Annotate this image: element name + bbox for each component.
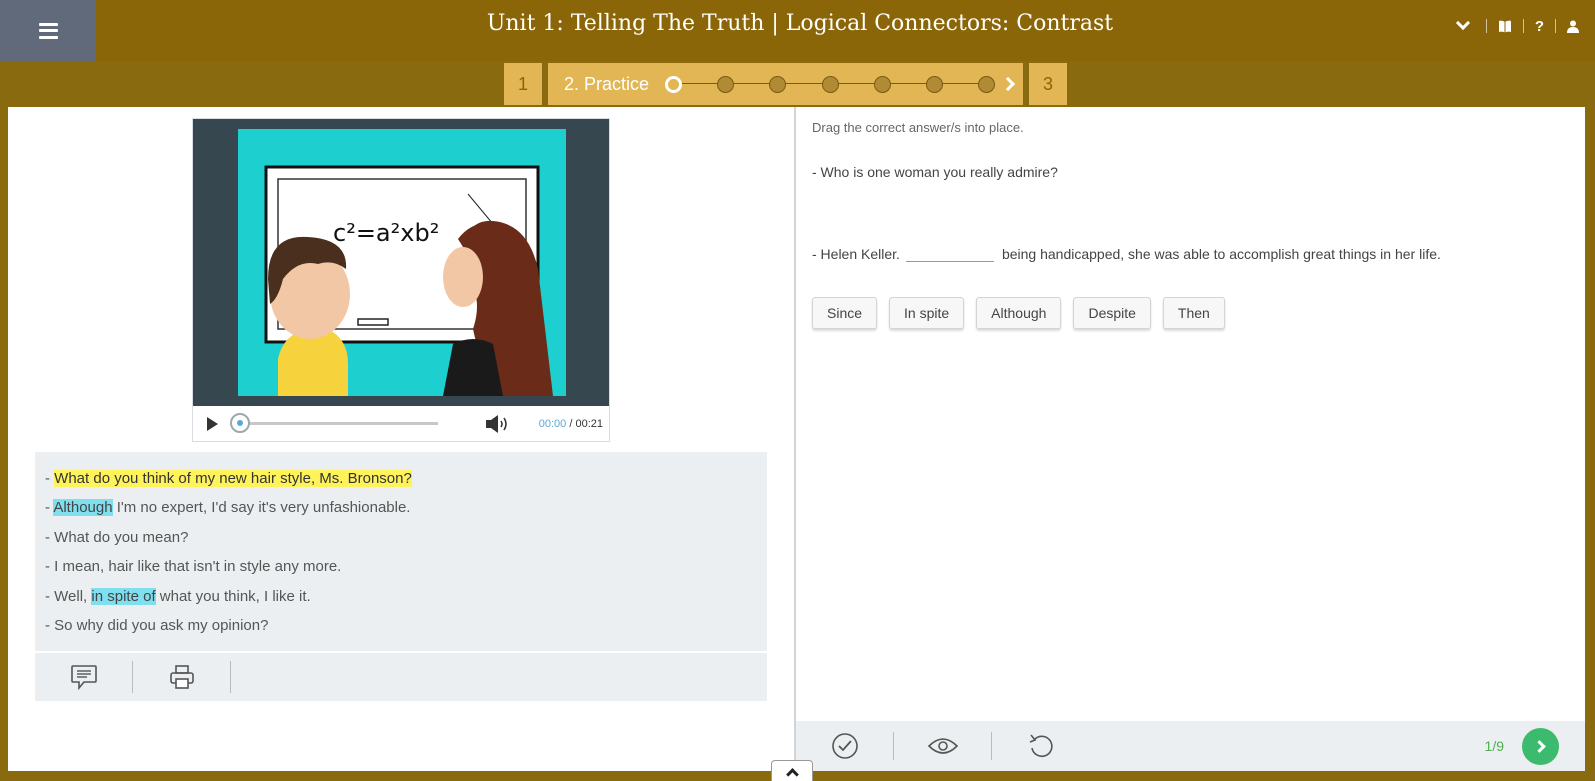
highlight-cyan: in spite of bbox=[91, 587, 156, 605]
answer-sentence: - Helen Keller. being handicapped, she w… bbox=[812, 238, 1441, 262]
progress-nav: 1 2. Practice 3 bbox=[504, 63, 1068, 105]
undo-icon bbox=[1029, 734, 1053, 758]
comment-icon bbox=[70, 665, 97, 690]
eye-icon bbox=[927, 738, 958, 754]
instructions: Drag the correct answer/s into place. bbox=[812, 120, 1024, 135]
progress-dots bbox=[665, 74, 996, 94]
volume-icon[interactable] bbox=[486, 414, 512, 433]
check-button[interactable] bbox=[796, 732, 894, 760]
video-screen[interactable]: c²=a²xb² bbox=[193, 119, 609, 406]
option-despite[interactable]: Despite bbox=[1073, 297, 1151, 329]
highlight-cyan: Although bbox=[53, 499, 113, 517]
transcript-line: - What do you mean? bbox=[45, 528, 189, 546]
progress-dot-6[interactable] bbox=[926, 76, 944, 93]
step-3-button[interactable]: 3 bbox=[1029, 63, 1068, 105]
equation-text: c²=a²xb² bbox=[333, 219, 439, 247]
video-frame: c²=a²xb² bbox=[238, 129, 566, 396]
step-current-label: 2. Practice bbox=[564, 73, 650, 94]
exercise-toolbar: 1/9 bbox=[796, 721, 1585, 771]
progress-dot-3[interactable] bbox=[769, 76, 787, 93]
option-although[interactable]: Although bbox=[976, 297, 1062, 329]
step-current: 2. Practice bbox=[548, 63, 1024, 105]
chevron-up-icon bbox=[785, 767, 799, 781]
right-panel: Drag the correct answer/s into place. - … bbox=[796, 107, 1585, 771]
comment-button[interactable] bbox=[35, 661, 133, 693]
question-text: - Who is one woman you really admire? bbox=[812, 164, 1058, 180]
transcript-tools bbox=[35, 653, 767, 701]
page-title: Unit 1: Telling The Truth | Logical Conn… bbox=[486, 11, 1114, 36]
transcript: - What do you think of my new hair style… bbox=[35, 452, 767, 651]
hamburger-icon bbox=[38, 22, 58, 39]
reset-button[interactable] bbox=[992, 732, 1090, 760]
option-in-spite[interactable]: In spite bbox=[889, 297, 965, 329]
progress-dot-1[interactable] bbox=[665, 76, 683, 93]
next-button[interactable] bbox=[1522, 727, 1559, 765]
video-controls: 00:00 / 00:21 bbox=[193, 406, 609, 441]
check-icon bbox=[831, 733, 858, 759]
help-icon[interactable]: ? bbox=[1524, 18, 1555, 35]
transcript-line: - What do you think of my new hair style… bbox=[45, 470, 412, 487]
book-icon[interactable] bbox=[1487, 20, 1523, 33]
progress-dot-5[interactable] bbox=[874, 76, 892, 93]
progress-dot-4[interactable] bbox=[822, 76, 840, 93]
transcript-line: - So why did you ask my opinion? bbox=[45, 616, 269, 634]
step-1-button[interactable]: 1 bbox=[504, 63, 542, 105]
print-icon bbox=[169, 665, 194, 689]
show-answer-button[interactable] bbox=[894, 732, 992, 760]
video-player: c²=a²xb² 00:00 / 00:21 bbox=[192, 118, 610, 442]
bottom-toggle-button[interactable] bbox=[771, 760, 813, 781]
time-display: 00:00 / 00:21 bbox=[538, 417, 603, 430]
transcript-line: - Well, in spite of what you think, I li… bbox=[45, 587, 311, 605]
menu-button[interactable] bbox=[0, 0, 96, 61]
user-icon[interactable] bbox=[1556, 20, 1595, 33]
question-counter: 1/9 bbox=[1484, 738, 1504, 754]
left-panel: c²=a²xb² 00:00 / 00:21 - What do you thi… bbox=[8, 107, 794, 771]
chevron-down-icon[interactable] bbox=[1455, 15, 1470, 31]
play-icon[interactable] bbox=[207, 416, 218, 431]
header-icons: ? bbox=[1455, 0, 1595, 52]
progress-dot-7[interactable] bbox=[978, 76, 996, 93]
option-then[interactable]: Then bbox=[1162, 297, 1225, 329]
seek-bar[interactable] bbox=[230, 413, 438, 433]
option-since[interactable]: Since bbox=[812, 297, 878, 329]
highlight-yellow: What do you think of my new hair style, … bbox=[54, 470, 412, 487]
transcript-line: - Although I'm no expert, I'd say it's v… bbox=[45, 499, 411, 517]
answer-options: Since In spite Although Despite Then bbox=[812, 297, 1225, 329]
chevron-right-icon bbox=[1532, 739, 1546, 753]
seek-handle[interactable] bbox=[230, 413, 250, 433]
drop-zone[interactable] bbox=[905, 238, 994, 262]
chevron-right-icon[interactable] bbox=[1000, 76, 1016, 92]
transcript-line: - I mean, hair like that isn't in style … bbox=[45, 558, 342, 576]
top-header: Unit 1: Telling The Truth | Logical Conn… bbox=[0, 0, 1595, 61]
video-thumbnail-image: c²=a²xb² bbox=[264, 165, 553, 396]
progress-dot-2[interactable] bbox=[717, 76, 735, 93]
print-button[interactable] bbox=[133, 661, 231, 693]
